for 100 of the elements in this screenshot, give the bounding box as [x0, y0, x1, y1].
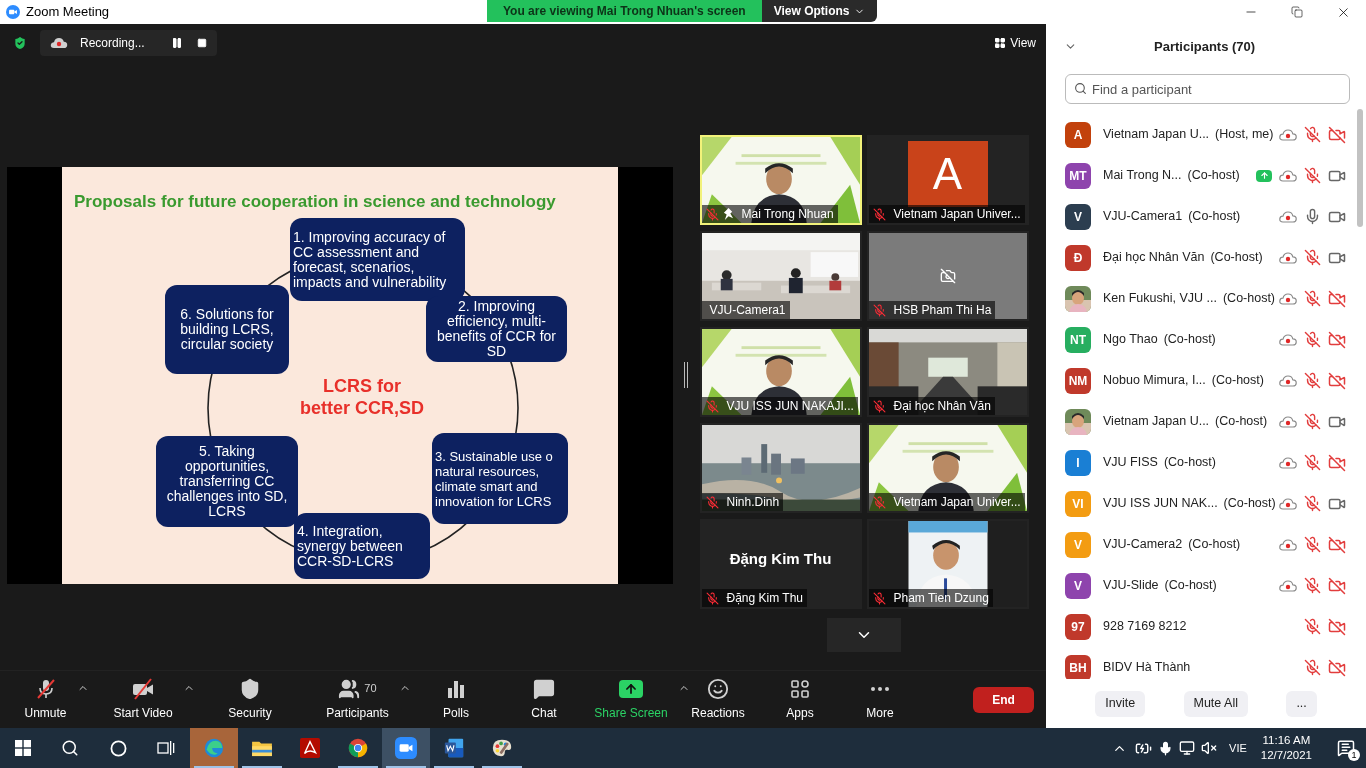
participant-role: (Co-host) [1164, 577, 1217, 595]
avatar-initials: VI [1065, 490, 1091, 517]
view-button[interactable]: View [990, 31, 1040, 55]
stop-icon[interactable] [197, 38, 207, 48]
toolbar-button[interactable]: Unmute [24, 677, 67, 722]
participant-row[interactable]: A Vietnam Japan U... (Host, me) [1046, 114, 1366, 155]
participant-name: Ngo Thao [1103, 331, 1158, 349]
participant-name: VJU FISS [1103, 454, 1158, 472]
recording-label: Recording... [80, 35, 145, 52]
participant-row[interactable]: NM Nobuo Mimura, I... (Co-host) [1046, 360, 1366, 401]
window-title: Zoom Meeting [26, 3, 110, 22]
video-tile[interactable]: A Vietnam Japan Univer... [866, 135, 1029, 225]
restore-icon[interactable] [1291, 6, 1303, 18]
participant-name: VJU-Camera1 [1103, 208, 1183, 226]
participant-row[interactable]: VI VJU ISS JUN NAK... (Co-host) [1046, 483, 1366, 524]
toolbar-button[interactable]: Polls [443, 677, 469, 722]
participant-name: Vietnam Japan Univer... [892, 206, 1021, 223]
video-tile[interactable]: VJU ISS JUN NAKAJI... [699, 327, 862, 417]
participant-row[interactable]: MT Mai Trong N... (Co-host) [1046, 155, 1366, 196]
participant-name: Nobuo Mimura, I... [1103, 372, 1206, 390]
participant-row[interactable]: I VJU FISS (Co-host) [1046, 442, 1366, 483]
participant-name: VJU-Camera1 [708, 302, 786, 319]
participant-name: Đặng Kim Thu [725, 590, 803, 607]
toolbar-button[interactable]: Apps [786, 677, 814, 722]
video-tile[interactable]: Ninh.Dinh [699, 423, 862, 513]
volume-muted-icon[interactable] [1201, 740, 1218, 756]
video-tile[interactable]: VJU-Camera1 [699, 231, 862, 321]
notification-button[interactable]: 1 [1326, 728, 1366, 768]
search-icon[interactable] [61, 739, 79, 757]
circle-icon[interactable] [109, 739, 127, 757]
video-camera-app-icon [395, 737, 417, 759]
toolbar-button[interactable]: 70 Participants [326, 677, 389, 722]
search-field[interactable]: Find a participant [1065, 74, 1350, 104]
language-indicator[interactable]: VIE [1229, 739, 1247, 757]
participant-role: (Co-host) [1188, 536, 1241, 554]
participant-row[interactable]: Vietnam Japan U... (Co-host) [1046, 401, 1366, 442]
participant-name: Đại học Nhân Văn [1103, 249, 1205, 267]
participant-row[interactable]: 97 928 7169 8212 [1046, 606, 1366, 647]
panel-button[interactable]: Invite [1095, 690, 1146, 717]
task-view-icon[interactable] [157, 740, 175, 756]
sharing-banner: You are viewing Mai Trong Nhuan's screen [487, 0, 762, 22]
more-dots-icon [871, 686, 889, 691]
participant-row[interactable]: BH BIDV Hà Thành [1046, 647, 1366, 679]
avatar-initials: I [1065, 449, 1091, 476]
resize-handle-icon[interactable] [684, 362, 688, 388]
view-options-button[interactable]: View Options [761, 0, 877, 22]
participant-role: (Co-host) [1223, 495, 1276, 513]
app-logo-icon [6, 5, 20, 19]
video-tile[interactable]: Mai Trong Nhuan [699, 135, 862, 225]
video-tile[interactable]: HSB Pham Thi Ha [866, 231, 1029, 321]
video-tile[interactable]: Vietnam Japan Univer... [866, 423, 1029, 513]
participant-name: VJU ISS JUN NAKAJI... [725, 398, 854, 415]
participant-row[interactable]: V VJU-Camera2 (Co-host) [1046, 524, 1366, 565]
participant-role: (Co-host) [1210, 249, 1263, 267]
slide-box: 5. Taking opportunities, transferring CC challenges into SD, LCRS [156, 436, 298, 527]
participant-role: (Co-host) [1163, 331, 1216, 349]
participant-display-name: Đặng Kim Thu [729, 548, 832, 569]
toolbar-button[interactable]: Chat [531, 677, 557, 722]
paint-palette-icon [491, 737, 513, 759]
video-tile[interactable]: Pham Tien Dzung [866, 519, 1029, 609]
toolbar-button[interactable]: Reactions [691, 677, 745, 722]
toolbar-button[interactable]: Share Screen [594, 677, 668, 722]
participant-name: Mai Trong Nhuan [740, 206, 834, 223]
avatar-tile: A [907, 141, 988, 207]
participant-name: Ninh.Dinh [725, 494, 780, 511]
taskbar-app[interactable] [382, 728, 430, 768]
panel-button[interactable]: ... [1286, 690, 1317, 717]
participant-name: Đại học Nhân Văn [892, 398, 991, 415]
panel-title: Participants (70) [1154, 37, 1256, 56]
participant-row[interactable]: V VJU-Camera1 (Co-host) [1046, 196, 1366, 237]
participant-name: Pham Tien Dzung [892, 590, 989, 607]
participant-name: Mai Trong N... [1103, 167, 1182, 185]
windows-logo-icon[interactable] [15, 740, 31, 756]
slide-box: 1. Improving accuracy of CC assessment and forecast, scenarios, impacts and vulnerability [290, 218, 465, 301]
chat-bubble-icon [533, 677, 555, 700]
participant-name: Vietnam Japan U... [1103, 126, 1210, 144]
panel-button[interactable]: Mute All [1183, 690, 1248, 717]
participant-row[interactable]: Ken Fukushi, VJU ... (Co-host) [1046, 278, 1366, 319]
end-button[interactable]: End [973, 686, 1034, 713]
toolbar-button[interactable]: Start Video [113, 677, 173, 722]
browser-wave-icon [203, 737, 225, 759]
scrollbar-thumb[interactable] [1357, 109, 1363, 227]
participant-row[interactable]: NT Ngo Thao (Co-host) [1046, 319, 1366, 360]
toolbar-button[interactable]: Security [228, 677, 272, 722]
network-icon[interactable] [1179, 740, 1196, 756]
participant-row[interactable]: Đ Đại học Nhân Văn (Co-host) [1046, 237, 1366, 278]
toolbar-button[interactable]: More [866, 677, 894, 722]
participant-role: (Co-host) [1222, 290, 1276, 308]
pause-icon[interactable] [171, 37, 183, 49]
video-tile[interactable]: Đặng Kim Thu Đặng Kim Thu [699, 519, 862, 609]
participant-row[interactable]: V VJU-Slide (Co-host) [1046, 565, 1366, 606]
slide-box: 2. Improving efficiency, multi-benefits of CCR for SD [426, 296, 567, 362]
mic-icon[interactable] [1158, 740, 1174, 756]
smiley-icon [707, 677, 729, 700]
avatar-initials: A [1065, 121, 1091, 148]
folder-icon [251, 739, 273, 757]
clock[interactable]: 11:16 AM 12/7/2021 [1260, 733, 1312, 763]
participant-role: (Host, me) [1215, 126, 1274, 144]
video-tile[interactable]: Đại học Nhân Văn [866, 327, 1029, 417]
notification-icon [1337, 739, 1355, 757]
